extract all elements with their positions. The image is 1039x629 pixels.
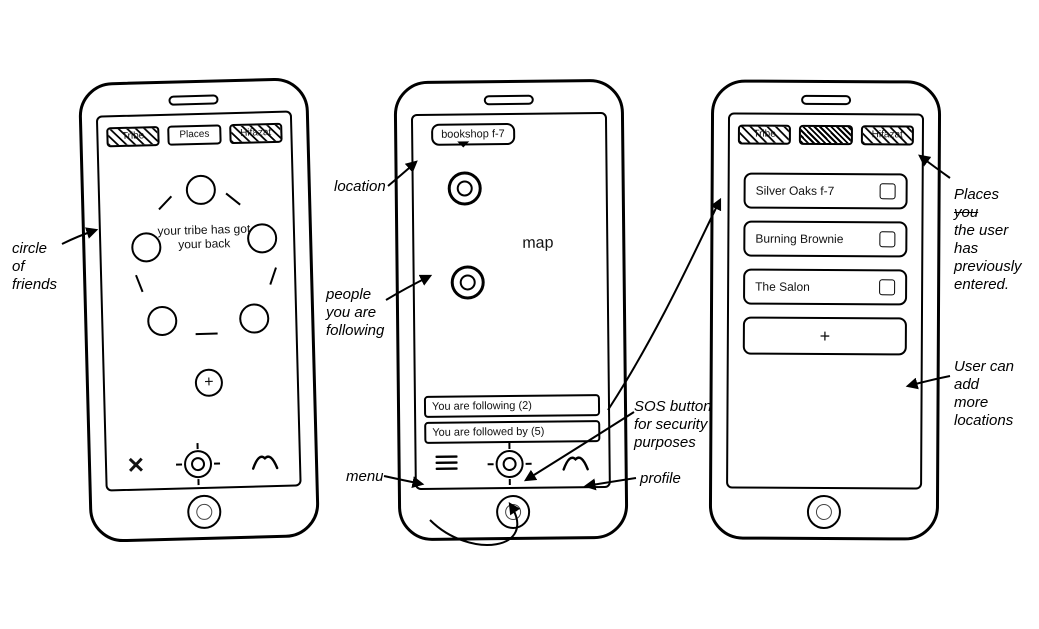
annotation-location: location	[334, 178, 386, 196]
map-label: map	[522, 235, 553, 253]
friend-dash	[269, 267, 277, 285]
tab-row: Tribe Places Hifazat	[98, 113, 291, 154]
following-count-row[interactable]: You are following (2)	[424, 394, 600, 418]
annotation-menu: menu	[346, 468, 384, 486]
bottom-nav	[416, 446, 608, 482]
place-row[interactable]: The Salon	[743, 269, 907, 306]
place-row[interactable]: Silver Oaks f-7	[744, 173, 908, 210]
friend-dash	[196, 333, 218, 336]
menu-icon[interactable]	[436, 454, 458, 475]
phone-tribe: Tribe Places Hifazat your tribe has got …	[78, 77, 320, 543]
friend-dash	[225, 193, 240, 206]
place-name: Burning Brownie	[755, 232, 843, 246]
tab-places[interactable]: Places	[799, 125, 852, 145]
friend-dot[interactable]	[185, 175, 216, 206]
annotation-places-entered: Places you the user has previously enter…	[954, 168, 1034, 294]
phone-speaker	[484, 95, 534, 106]
tab-tribe[interactable]: Tribe	[738, 125, 791, 145]
place-name: Silver Oaks f-7	[756, 184, 835, 198]
phone-map: bookshop f-7 map You are following (2) Y…	[394, 79, 629, 541]
bottom-nav: ✕	[107, 444, 300, 483]
sos-icon[interactable]	[184, 450, 213, 479]
phone-speaker	[801, 95, 851, 105]
place-type-icon	[879, 279, 895, 295]
tab-row: Tribe Places Hifazat	[730, 115, 922, 152]
home-button[interactable]	[496, 495, 530, 529]
friend-dash	[135, 275, 143, 292]
tab-hifazat[interactable]: Hifazat	[861, 125, 914, 145]
tab-hifazat[interactable]: Hifazat	[229, 123, 283, 144]
sos-icon[interactable]	[495, 450, 523, 478]
phone-places: Tribe Places Hifazat Silver Oaks f-7 Bur…	[709, 79, 941, 540]
map-person-icon[interactable]	[451, 265, 485, 299]
followed-by-count-row[interactable]: You are followed by (5)	[424, 420, 600, 444]
friend-dot[interactable]	[239, 303, 270, 334]
phone-speaker	[168, 94, 218, 105]
profile-icon[interactable]	[251, 449, 280, 475]
friend-dot[interactable]	[147, 306, 178, 337]
annotation-sos: SOS button for security purposes	[634, 398, 712, 452]
location-callout[interactable]: bookshop f-7	[431, 123, 515, 146]
home-button[interactable]	[807, 495, 841, 529]
map-person-icon[interactable]	[448, 171, 482, 205]
home-button[interactable]	[187, 494, 222, 529]
place-type-icon	[879, 231, 895, 247]
add-location-button[interactable]: +	[743, 317, 907, 356]
close-icon[interactable]: ✕	[126, 452, 145, 478]
add-friend-button[interactable]: +	[195, 368, 224, 397]
place-row[interactable]: Burning Brownie	[743, 221, 907, 258]
friend-dash	[158, 196, 172, 210]
annotation-circle-of-friends: circle of friends	[12, 240, 57, 294]
place-type-icon	[880, 183, 896, 199]
place-name: The Salon	[755, 280, 810, 294]
tab-places[interactable]: Places	[167, 124, 221, 145]
phone-screen-places: Tribe Places Hifazat Silver Oaks f-7 Bur…	[726, 112, 924, 489]
annotation-profile: profile	[640, 470, 681, 488]
profile-icon[interactable]	[561, 451, 589, 476]
tribe-center-text: your tribe has got your back	[149, 221, 260, 252]
phone-screen-map: bookshop f-7 map You are following (2) Y…	[411, 112, 611, 490]
phone-screen-tribe: Tribe Places Hifazat your tribe has got …	[96, 111, 302, 492]
annotation-user-can-add: User can add more locations	[954, 358, 1034, 430]
tab-tribe[interactable]: Tribe	[106, 126, 160, 147]
annotation-people-following: people you are following	[326, 286, 384, 340]
